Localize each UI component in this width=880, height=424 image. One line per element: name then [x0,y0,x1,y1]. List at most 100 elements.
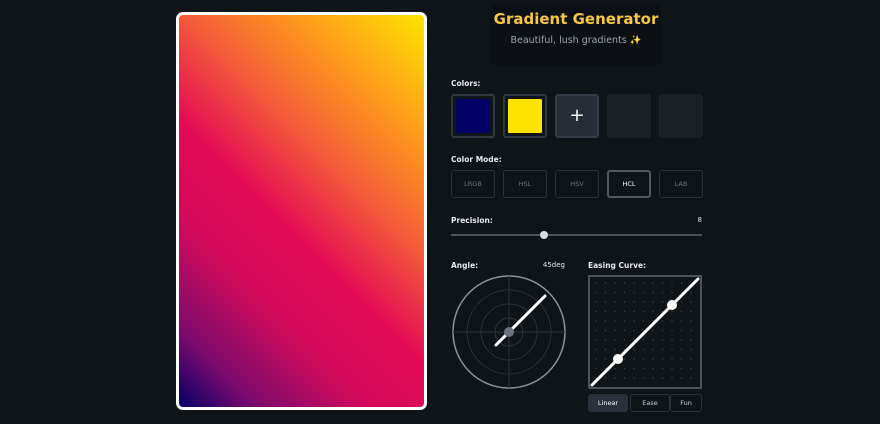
easing-linear-button[interactable]: Linear [588,394,628,412]
grid-dot [652,310,654,313]
grid-dot [614,377,616,379]
color-swatch-fill-1 [456,99,490,133]
mode-hsv-button[interactable]: HSV [555,170,599,198]
mode-hsl-button[interactable]: HSL [503,170,547,198]
easing-handle-upper[interactable] [667,300,677,310]
grid-dot [623,339,626,341]
grid-dot [680,310,683,313]
grid-dot [595,348,597,351]
grid-dot [680,301,683,303]
grid-dot [595,329,597,332]
grid-dot [661,348,664,351]
easing-handle-lower[interactable] [613,354,623,364]
mode-lab-button[interactable]: LAB [659,170,703,198]
angle-center-handle[interactable] [504,327,514,337]
color-swatch-1[interactable] [451,94,495,138]
grid-dot [652,339,654,341]
grid-dot [614,339,616,341]
grid-dot [690,339,692,341]
grid-dot [661,339,664,341]
grid-dot [661,301,664,303]
grid-dot [652,291,654,294]
grid-dot [633,348,635,351]
grid-dot [671,329,673,332]
add-color-button[interactable]: + [555,94,599,138]
grid-dot [595,320,597,322]
grid-dot [633,282,635,284]
mode-hcl-button[interactable]: HCL [607,170,651,198]
grid-dot [671,377,673,379]
grid-dot [680,367,683,370]
grid-dot [661,291,664,294]
grid-dot [652,348,654,351]
grid-dot [690,348,692,351]
grid-dot [690,301,692,303]
grid-dot [595,301,597,303]
grid-dot [633,291,635,294]
grid-dot [633,320,635,322]
precision-slider-track[interactable] [451,234,702,236]
grid-dot [690,367,692,370]
grid-dot [690,377,692,379]
grid-dot [614,329,616,332]
angle-indicator-line [494,294,547,347]
easing-fun-button[interactable]: Fun [670,394,702,412]
grid-dot [604,282,607,284]
grid-dot [642,301,645,303]
color-swatch-2[interactable] [503,94,547,138]
grid-dot [661,367,664,370]
grid-dot [614,301,616,303]
grid-dot [604,301,607,303]
grid-dot [623,329,626,332]
grid-dot [642,367,645,370]
grid-dot [652,367,654,370]
empty-swatch-slot [607,94,651,138]
grid-dot [633,301,635,303]
grid-dot [604,339,607,341]
angle-dial[interactable] [451,274,567,390]
grid-dot [661,282,664,284]
grid-dot [604,329,607,332]
grid-dot [614,282,616,284]
grid-dot [623,358,626,360]
color-mode-label: Color Mode: [451,155,502,164]
grid-dot [623,301,626,303]
grid-dot [642,291,645,294]
mode-lrgb-button[interactable]: LRGB [451,170,495,198]
grid-dot [661,377,664,379]
easing-curve-label: Easing Curve: [588,261,647,270]
grid-dot [680,348,683,351]
grid-dot [652,329,654,332]
grid-dot [642,377,645,379]
grid-dot [614,291,616,294]
grid-dot [633,310,635,313]
grid-dot [680,377,683,379]
grid-dot [671,367,673,370]
grid-dot [642,310,645,313]
empty-swatch-slot [659,94,703,138]
grid-dot [623,310,626,313]
easing-ease-button[interactable]: Ease [630,394,670,412]
grid-dot [595,339,597,341]
easing-curve-line [590,277,700,387]
grid-dot [614,320,616,322]
plus-icon: + [569,105,585,126]
grid-dot [690,358,692,360]
grid-dot [652,282,654,284]
grid-dot [680,339,683,341]
angle-label: Angle: [451,261,479,270]
grid-dot [661,358,664,360]
grid-dot [623,367,626,370]
grid-dot [604,320,607,322]
grid-dot [604,310,607,313]
grid-dot [690,329,692,332]
app-subtitle: Beautiful, lush gradients ✨ [510,35,642,46]
grid-dot [595,282,597,284]
precision-slider-thumb[interactable] [539,231,548,239]
grid-dot [633,367,635,370]
grid-dot [642,348,645,351]
grid-dot [661,320,664,322]
grid-dot [595,358,597,360]
grid-dot [671,348,673,351]
easing-curve-editor[interactable] [588,275,702,389]
